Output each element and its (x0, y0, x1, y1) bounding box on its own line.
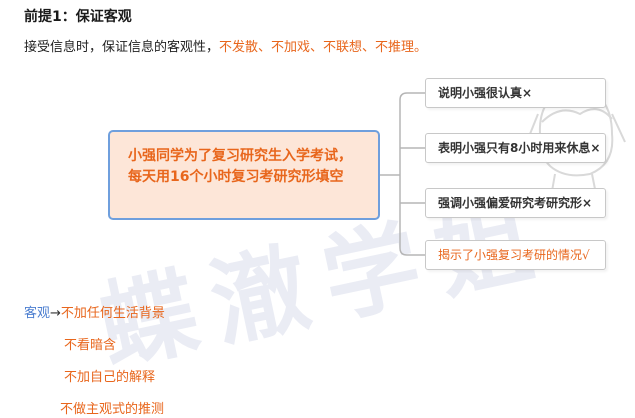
lead-label: 客观 (24, 306, 51, 321)
mindmap-branch-1: 说明小强很认真× (425, 78, 606, 108)
mindmap-branch-3: 强调小强偏爱研究考研究形× (425, 188, 606, 218)
list-item: 不看暗含 (64, 338, 117, 353)
list-item: 不做主观式的推测 (60, 402, 165, 417)
arrow-icon: → (50, 306, 61, 321)
mindmap-branch-4: 揭示了小强复习考研的情况√ (425, 240, 606, 270)
mindmap-center-node: 小强同学为了复习研究生入学考试，每天用16个小时复习考研究形填空 (108, 130, 380, 220)
list-item: 不加自己的解释 (64, 370, 156, 385)
mindmap-branch-2: 表明小强只有8小时用来休息× (425, 133, 606, 163)
list-first-item: 不加任何生活背景 (60, 306, 165, 321)
list-lead-line: 客观→不加任何生活背景 (24, 302, 165, 321)
